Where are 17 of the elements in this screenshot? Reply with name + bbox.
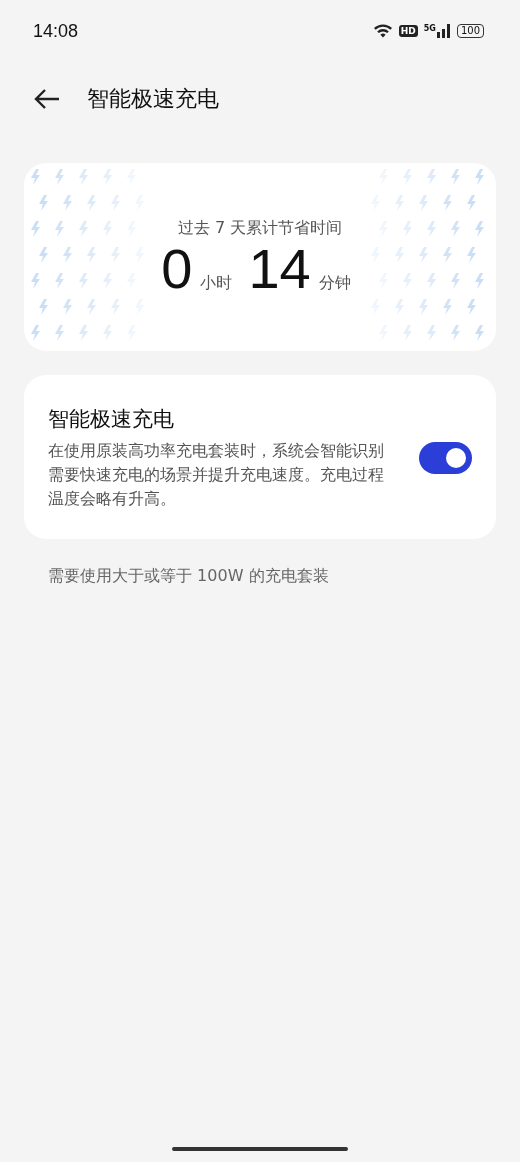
battery-indicator: 100 <box>456 24 484 38</box>
page-title: 智能极速充电 <box>87 85 219 113</box>
hd-badge: HD <box>398 25 418 37</box>
wifi-icon <box>372 23 393 39</box>
minutes-unit: 分钟 <box>318 272 351 294</box>
setting-description: 在使用原装高功率充电套装时，系统会智能识别需要快速充电的场景并提升充电速度。充电过程温度会略有升高。 <box>48 440 385 510</box>
network-label: 5G <box>423 24 436 33</box>
setting-title: 智能极速充电 <box>48 406 175 433</box>
toggle-switch[interactable] <box>419 442 472 474</box>
back-arrow-icon[interactable] <box>33 88 61 110</box>
hours-value: 0 <box>161 236 193 301</box>
footnote: 需要使用大于或等于 100W 的充电套装 <box>48 566 330 587</box>
minutes-value: 14 <box>248 236 311 301</box>
summary-caption: 过去 7 天累计节省时间 <box>177 217 343 239</box>
status-time: 14:08 <box>33 20 79 42</box>
signal-icon <box>436 24 451 38</box>
hours-unit: 小时 <box>200 272 233 294</box>
